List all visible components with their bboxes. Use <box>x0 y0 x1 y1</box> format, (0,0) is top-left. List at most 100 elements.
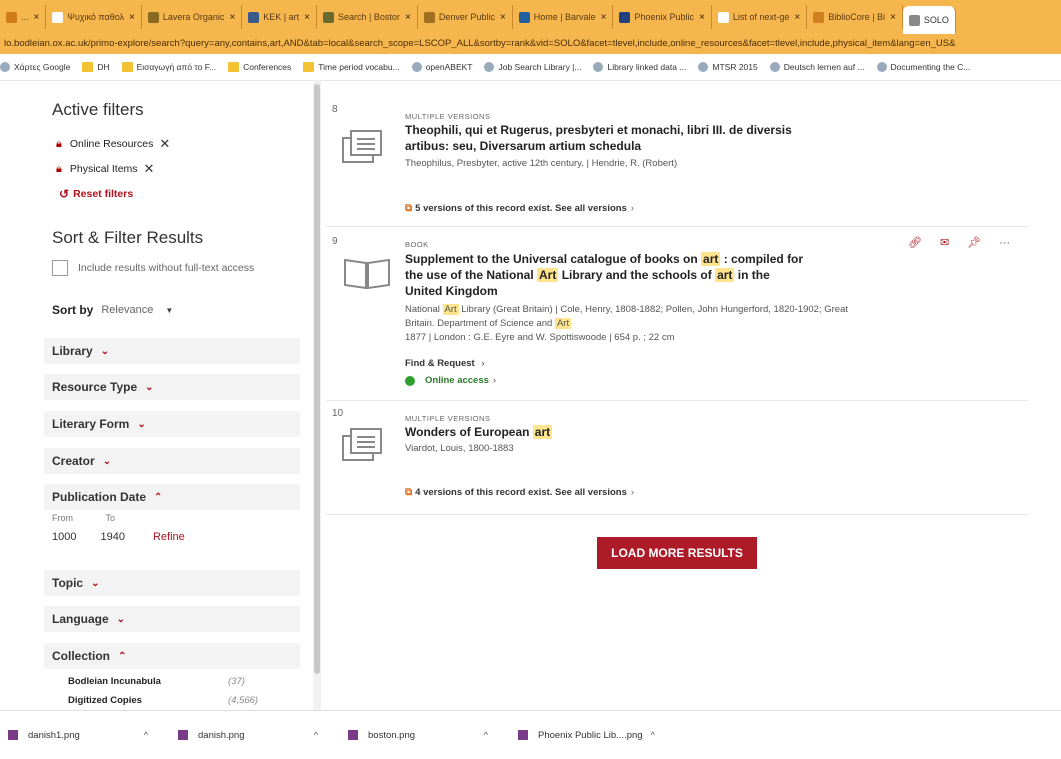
browser-tab[interactable]: BiblioCore | Bi × <box>807 5 903 29</box>
download-item[interactable]: danish.png ^ <box>170 730 340 741</box>
email-icon[interactable]: ✉︎ <box>940 236 949 249</box>
browser-tab[interactable]: Search | Boston × <box>317 5 418 29</box>
full-text-checkbox-row[interactable]: Include results without full-text access <box>52 260 254 276</box>
bookmark-item[interactable]: Εισαγωγή από το F... <box>121 62 217 72</box>
address-bar[interactable]: lo.bodleian.ox.ac.uk/primo-explore/searc… <box>0 34 1061 54</box>
people-icon <box>813 11 825 23</box>
facet-publication-date[interactable]: Publication Date ⌃ <box>44 484 300 510</box>
browser-tab[interactable]: List of next-ge × <box>712 5 808 29</box>
close-tab-icon[interactable]: × <box>229 12 235 23</box>
bookmark-item[interactable]: Job Search Library |... <box>484 62 581 72</box>
facet-library[interactable]: Library ⌄ <box>44 338 300 364</box>
download-filename: danish1.png <box>28 729 80 741</box>
close-tab-icon[interactable]: × <box>304 12 310 23</box>
bookmark-item[interactable]: Library linked data ... <box>593 62 686 72</box>
date-from-label: From <box>52 513 73 523</box>
facet-creator[interactable]: Creator ⌄ <box>44 448 300 474</box>
facet-collection[interactable]: Collection ⌃ <box>44 643 300 669</box>
folder-icon <box>303 62 315 72</box>
date-to-input[interactable]: 1940 <box>100 531 124 543</box>
author-text: Britain. Department of Science and <box>405 318 555 329</box>
collection-item[interactable]: Digitized Copies (4,566) <box>68 695 268 706</box>
close-tab-icon[interactable]: × <box>129 12 135 23</box>
browser-tab[interactable]: Denver Public × <box>418 5 513 29</box>
bookmark-item[interactable]: DH <box>82 62 110 72</box>
search-highlight: Art <box>554 318 572 329</box>
building-icon <box>322 11 334 23</box>
facet-resource-type[interactable]: Resource Type ⌄ <box>44 374 300 400</box>
sort-by-control[interactable]: Sort by Relevance ▼ <box>52 303 173 317</box>
image-file-icon <box>178 730 188 740</box>
result-authors: Viardot, Louis, 1800-1883 <box>405 443 514 454</box>
lock-icon: 🔒︎ <box>56 162 62 175</box>
close-tab-icon[interactable]: × <box>34 12 40 23</box>
full-text-checkbox[interactable] <box>52 260 68 276</box>
chevron-up-icon[interactable]: ^ <box>144 730 148 740</box>
facet-literary-form[interactable]: Literary Form ⌄ <box>44 411 300 437</box>
see-all-versions-link[interactable]: ⧉ 4 versions of this record exist. See a… <box>405 487 634 498</box>
bookmark-item[interactable]: Time period vocabu... <box>303 62 400 72</box>
sort-by-value[interactable]: Relevance <box>101 304 153 316</box>
browser-tab[interactable]: ΚΕΚ | art × <box>242 5 317 29</box>
browser-tab[interactable]: Phoenix Public × <box>613 5 712 29</box>
bookmark-label: openABEKT <box>425 62 473 72</box>
browser-tab[interactable]: Home | Barvale × <box>513 5 614 29</box>
collection-item[interactable]: Bodleian Incunabula (37) <box>68 676 268 687</box>
bookmark-item[interactable]: Conferences <box>228 62 291 72</box>
title-text: United Kingdom <box>405 284 498 298</box>
find-request-link[interactable]: Find & Request › <box>405 358 484 369</box>
browser-tab[interactable]: Lavera Organic × <box>142 5 243 29</box>
chevron-up-icon[interactable]: ^ <box>484 730 488 740</box>
result-title[interactable]: Wonders of European art <box>405 424 553 440</box>
grid-icon <box>518 11 530 23</box>
facet-topic[interactable]: Topic ⌄ <box>44 570 300 596</box>
date-from-input[interactable]: 1000 <box>52 531 76 543</box>
online-access-link[interactable]: Online access › <box>405 375 496 386</box>
versions-label: 4 versions of this record exist. See all… <box>415 487 627 498</box>
globe-icon <box>698 62 709 72</box>
see-all-versions-link[interactable]: ⧉ 5 versions of this record exist. See a… <box>405 203 634 214</box>
more-options-icon[interactable]: ··· <box>999 237 1010 249</box>
facet-language[interactable]: Language ⌄ <box>44 606 300 632</box>
bookmark-label: Εισαγωγή από το F... <box>136 62 217 72</box>
download-item[interactable]: danish1.png ^ <box>0 730 170 741</box>
bookmark-item[interactable]: Deutsch lernen auf ... <box>769 62 865 72</box>
reset-filters-button[interactable]: ↺ Reset filters <box>59 187 133 201</box>
remove-filter-icon[interactable]: ✕ <box>159 136 170 152</box>
publication-info: 1877 | London : G.E. Eyre and W. Spottis… <box>405 332 675 343</box>
chip-label: Physical Items <box>69 163 138 175</box>
bookmark-item[interactable]: Χάρτες Google <box>0 62 70 72</box>
load-more-results-button[interactable]: LOAD MORE RESULTS <box>597 537 757 569</box>
bookmark-item[interactable]: Documenting the C... <box>876 62 970 72</box>
result-title[interactable]: Theophili, qui et Rugerus, presbyteri et… <box>405 122 792 154</box>
close-tab-icon[interactable]: × <box>500 12 506 23</box>
result-title[interactable]: Supplement to the Universal catalogue of… <box>405 251 803 299</box>
close-tab-icon[interactable]: × <box>405 12 411 23</box>
browser-tab[interactable]: Ψυχικό παθολ × <box>46 5 142 29</box>
grid-icon <box>484 62 495 72</box>
bookmark-label: Conferences <box>243 62 292 72</box>
collection-count: (37) <box>228 676 245 687</box>
close-tab-icon[interactable]: × <box>601 12 607 23</box>
bookmark-item[interactable]: MTSR 2015 <box>698 62 758 72</box>
browser-tab[interactable]: ... × <box>0 5 47 29</box>
chevron-down-icon: ⌄ <box>100 345 110 357</box>
close-tab-icon[interactable]: × <box>699 12 705 23</box>
browser-tab[interactable]: SOLO <box>902 6 956 34</box>
refine-button[interactable]: Refine <box>153 531 185 543</box>
collection-count: (4,566) <box>228 695 259 706</box>
filter-scrollbar-thumb[interactable] <box>314 84 320 674</box>
bookmark-item[interactable]: openABEKT <box>411 62 473 72</box>
author-text: National <box>405 304 443 315</box>
pin-icon[interactable]: 📌︎ <box>967 236 981 249</box>
chevron-up-icon[interactable]: ^ <box>651 730 655 740</box>
remove-filter-icon[interactable]: ✕ <box>144 161 155 177</box>
download-item[interactable]: Phoenix Public Lib....png ^ <box>510 730 710 741</box>
download-item[interactable]: boston.png ^ <box>340 730 510 741</box>
close-tab-icon[interactable]: × <box>794 12 800 23</box>
facet-label: Library <box>52 344 93 358</box>
close-tab-icon[interactable]: × <box>890 12 896 23</box>
chevron-up-icon[interactable]: ^ <box>314 730 318 740</box>
record-actions: 🔗︎ ✉︎ 📌︎ ··· <box>908 236 1028 250</box>
link-icon[interactable]: 🔗︎ <box>908 236 922 249</box>
